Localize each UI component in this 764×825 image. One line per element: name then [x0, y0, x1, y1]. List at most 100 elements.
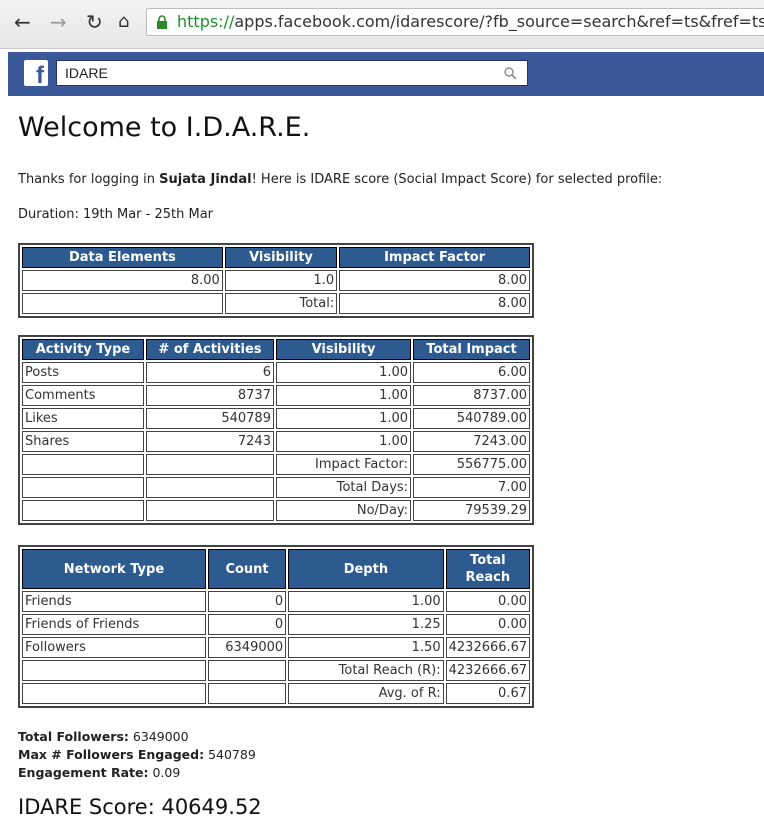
facebook-search-box[interactable]	[56, 60, 528, 86]
engagement-rate-line: Engagement Rate: 0.09	[18, 765, 181, 780]
table-row: 8.00 1.0 8.00	[22, 270, 530, 291]
table-cell: Likes	[22, 408, 144, 429]
summary-label: Total Days:	[275, 477, 412, 498]
table-row: No/Day: 79539.29	[22, 500, 530, 521]
table-row: Total Reach (R): 4232666.67	[22, 660, 530, 681]
table-cell: 1.0	[224, 270, 338, 291]
table-row: Total Days: 7.00	[22, 477, 530, 498]
table-cell	[22, 500, 144, 521]
total-value: 8.00	[339, 293, 530, 314]
table-cell	[22, 293, 223, 314]
table-cell: 0	[207, 614, 287, 635]
column-header: Visibility	[224, 247, 338, 268]
table-cell: 6.00	[413, 362, 530, 383]
table-cell: 1.00	[275, 362, 412, 383]
table-cell: 4232666.67	[445, 637, 530, 658]
table-cell: Followers	[22, 637, 206, 658]
summary-label: Avg. of R:	[288, 683, 444, 704]
engagement-summary: Total Followers: 6349000 Max # Followers…	[18, 728, 256, 782]
table-row: Likes 540789 1.00 540789.00	[22, 408, 530, 429]
table-cell: 1.00	[288, 591, 444, 612]
home-icon[interactable]: ⌂	[118, 10, 129, 34]
column-header: Count	[207, 549, 287, 589]
table-cell: Shares	[22, 431, 144, 452]
table-cell: 8.00	[22, 270, 223, 291]
table-cell	[22, 454, 144, 475]
user-name: Sujata Jindal	[159, 172, 252, 187]
table-cell: Posts	[22, 362, 144, 383]
table-row: Friends 0 1.00 0.00	[22, 591, 530, 612]
address-bar[interactable]: https://apps.facebook.com/idarescore/?fb…	[146, 8, 764, 36]
table-cell: 0	[207, 591, 287, 612]
search-icon[interactable]	[503, 66, 517, 80]
column-header: Visibility	[275, 339, 412, 360]
table-cell: 7243	[145, 431, 274, 452]
column-header: Total Impact	[413, 339, 530, 360]
column-header: Network Type	[22, 549, 206, 589]
column-header: # of Activities	[145, 339, 274, 360]
summary-value: 556775.00	[413, 454, 530, 475]
facebook-header: f	[8, 52, 764, 96]
table-cell: 6	[145, 362, 274, 383]
table-cell: 6349000	[207, 637, 287, 658]
table-row: Comments 8737 1.00 8737.00	[22, 385, 530, 406]
table-cell: 1.25	[288, 614, 444, 635]
table-row: Total: 8.00	[22, 293, 530, 314]
column-header: Data Elements	[22, 247, 223, 268]
summary-value: 7.00	[413, 477, 530, 498]
table-cell: 7243.00	[413, 431, 530, 452]
summary-label: No/Day:	[275, 500, 412, 521]
forward-icon[interactable]: →	[50, 10, 67, 34]
table-cell: 540789.00	[413, 408, 530, 429]
table-cell: 1.00	[275, 431, 412, 452]
idare-score: IDARE Score: 40649.52	[18, 795, 262, 819]
table-cell	[207, 660, 287, 681]
table-row: Shares 7243 1.00 7243.00	[22, 431, 530, 452]
column-header: Impact Factor	[339, 247, 530, 268]
table-cell: 8.00	[339, 270, 530, 291]
total-label: Total:	[224, 293, 338, 314]
table-cell: 1.00	[275, 385, 412, 406]
duration-text: Duration: 19th Mar - 25th Mar	[18, 207, 214, 222]
network-table: Network Type Count Depth Total Reach Fri…	[18, 545, 534, 708]
column-header: Depth	[288, 549, 444, 589]
summary-value: 0.67	[445, 683, 530, 704]
followers-engaged-line: Max # Followers Engaged: 540789	[18, 747, 256, 762]
table-cell	[22, 477, 144, 498]
table-row: Followers 6349000 1.50 4232666.67	[22, 637, 530, 658]
activity-table: Activity Type # of Activities Visibility…	[18, 335, 534, 525]
column-header: Activity Type	[22, 339, 144, 360]
impact-factor-table: Data Elements Visibility Impact Factor 8…	[18, 243, 534, 318]
summary-label: Total Reach (R):	[288, 660, 444, 681]
table-cell	[22, 660, 206, 681]
table-cell: Friends	[22, 591, 206, 612]
facebook-logo[interactable]: f	[24, 60, 48, 89]
summary-value: 79539.29	[413, 500, 530, 521]
table-cell	[22, 683, 206, 704]
browser-toolbar: ← → ↻ ⌂ https://apps.facebook.com/idares…	[0, 0, 764, 49]
search-input[interactable]	[65, 63, 485, 83]
table-cell: Friends of Friends	[22, 614, 206, 635]
table-row: Impact Factor: 556775.00	[22, 454, 530, 475]
table-cell	[145, 454, 274, 475]
summary-value: 4232666.67	[445, 660, 530, 681]
table-cell: 1.00	[275, 408, 412, 429]
table-cell: 0.00	[445, 591, 530, 612]
table-cell: 8737.00	[413, 385, 530, 406]
total-followers-line: Total Followers: 6349000	[18, 729, 189, 744]
table-cell: Comments	[22, 385, 144, 406]
intro-text: Thanks for logging in Sujata Jindal! Her…	[18, 172, 663, 187]
summary-label: Impact Factor:	[275, 454, 412, 475]
table-cell: 540789	[145, 408, 274, 429]
table-row: Posts 6 1.00 6.00	[22, 362, 530, 383]
url-text: https://apps.facebook.com/idarescore/?fb…	[177, 12, 764, 31]
table-cell	[145, 500, 274, 521]
back-icon[interactable]: ←	[14, 10, 31, 34]
lock-icon	[157, 15, 167, 29]
table-row: Friends of Friends 0 1.25 0.00	[22, 614, 530, 635]
table-cell	[145, 477, 274, 498]
table-cell: 1.50	[288, 637, 444, 658]
page-title: Welcome to I.D.A.R.E.	[18, 112, 311, 143]
reload-icon[interactable]: ↻	[86, 10, 103, 34]
column-header: Total Reach	[445, 549, 530, 589]
